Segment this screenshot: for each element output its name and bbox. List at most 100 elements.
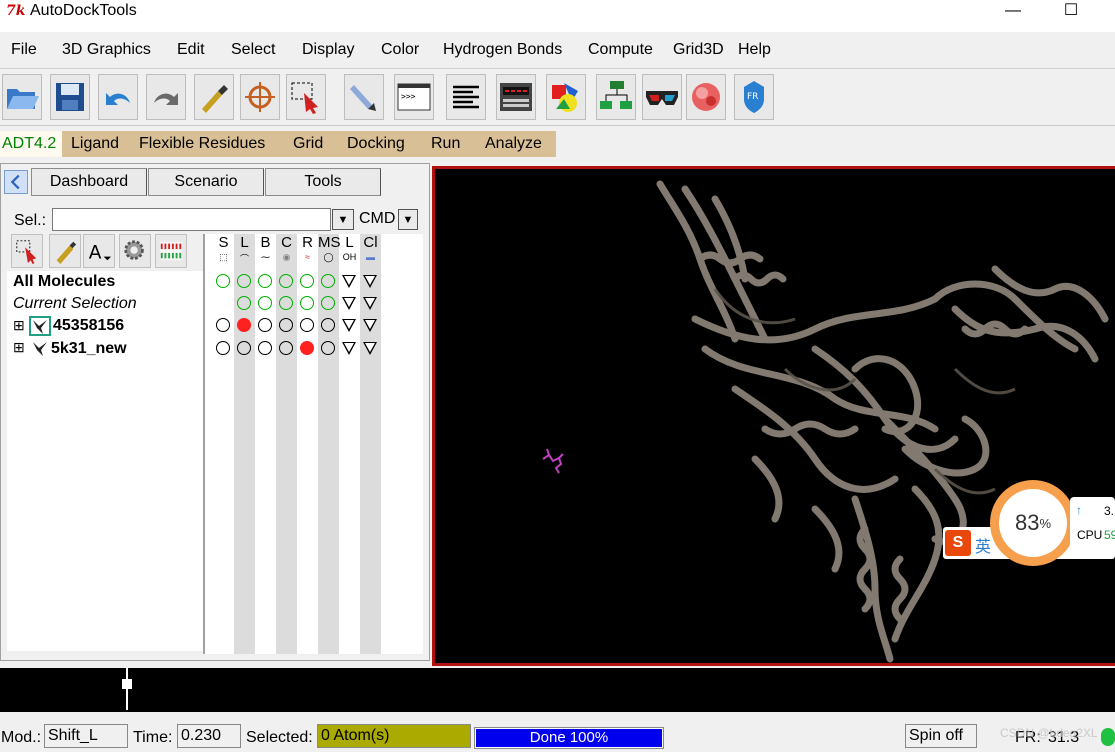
crosshair-center-icon[interactable]	[240, 74, 280, 120]
python-shell-icon[interactable]: >>>	[394, 74, 434, 120]
select-dashed-icon[interactable]	[286, 74, 326, 120]
toggle-circle[interactable]	[258, 341, 272, 355]
lcd-display-icon[interactable]	[496, 74, 536, 120]
menu-file[interactable]: File	[11, 41, 37, 59]
3d-viewer[interactable]	[432, 166, 1115, 666]
minimize-button[interactable]: —	[990, 0, 1036, 26]
dropdown-triangle[interactable]	[342, 342, 356, 355]
toggle-circle[interactable]	[216, 318, 230, 332]
save-icon[interactable]	[50, 74, 90, 120]
menu-color[interactable]: Color	[381, 41, 419, 59]
dropdown-triangle[interactable]	[363, 297, 377, 310]
toggle-circle[interactable]	[321, 341, 335, 355]
menu-select[interactable]: Select	[231, 41, 275, 59]
toggle-circle-on[interactable]	[300, 341, 314, 355]
toggle-circle[interactable]	[300, 296, 314, 310]
redo-arrow-icon[interactable]	[146, 74, 186, 120]
dropdown-triangle[interactable]	[363, 275, 377, 288]
dropdown-triangle[interactable]	[363, 319, 377, 332]
tab-adt-version[interactable]: ADT4.2	[0, 131, 62, 157]
tab-analyze[interactable]: Analyze	[485, 135, 542, 153]
dropdown-triangle[interactable]	[363, 342, 377, 355]
menu-compute[interactable]: Compute	[588, 41, 653, 59]
cpu-usage-ring[interactable]: 83%	[990, 480, 1076, 566]
pick-icon[interactable]	[194, 74, 234, 120]
menu-edit[interactable]: Edit	[177, 41, 205, 59]
expand-icon[interactable]: ⊞	[13, 339, 25, 356]
selection-input[interactable]	[52, 208, 331, 231]
collapse-arrow-icon[interactable]	[4, 170, 28, 194]
toggle-circle[interactable]	[216, 341, 230, 355]
tree-current-selection[interactable]: Current Selection	[13, 295, 137, 313]
tab-ligand[interactable]: Ligand	[71, 135, 119, 153]
animation-timeline[interactable]	[0, 666, 1115, 712]
menu-grid3d[interactable]: Grid3D	[673, 41, 724, 59]
toggle-circle[interactable]	[279, 341, 293, 355]
toggle-circle[interactable]	[300, 318, 314, 332]
tree-all-molecules[interactable]: All Molecules	[13, 273, 115, 291]
toggle-circle[interactable]	[321, 296, 335, 310]
toggle-circle[interactable]	[279, 296, 293, 310]
tab-dashboard[interactable]: Dashboard	[31, 168, 147, 196]
tab-flexible-residues[interactable]: Flexible Residues	[139, 135, 265, 153]
tab-docking[interactable]: Docking	[347, 135, 405, 153]
flowchart-icon[interactable]	[596, 74, 636, 120]
dropdown-triangle[interactable]	[342, 275, 356, 288]
column-header-ms[interactable]: MS	[318, 234, 341, 251]
toggle-circle[interactable]	[237, 296, 251, 310]
tree-molecule-ligand[interactable]: 45358156	[53, 317, 124, 335]
toggle-circle[interactable]	[237, 341, 251, 355]
tab-scenario[interactable]: Scenario	[148, 168, 264, 196]
menu-help[interactable]: Help	[738, 41, 771, 59]
cmd-dropdown-button[interactable]: ▼	[398, 209, 418, 230]
timeline-handle[interactable]	[122, 679, 132, 689]
shapes-icon[interactable]	[546, 74, 586, 120]
column-header-c[interactable]: C	[276, 234, 297, 251]
column-header-cl[interactable]: Cl	[360, 234, 381, 251]
panel-divider[interactable]	[203, 234, 205, 654]
molecule-surface-icon[interactable]	[686, 74, 726, 120]
dropdown-triangle[interactable]	[342, 297, 356, 310]
toggle-circle[interactable]	[279, 274, 293, 288]
toggle-circle[interactable]	[237, 274, 251, 288]
dropdown-triangle[interactable]	[342, 319, 356, 332]
menu-display[interactable]: Display	[302, 41, 354, 59]
open-folder-icon[interactable]	[2, 74, 42, 120]
toggle-circle[interactable]	[258, 296, 272, 310]
settings-gear-icon[interactable]	[119, 234, 151, 268]
tab-run[interactable]: Run	[431, 135, 460, 153]
tree-molecule-protein[interactable]: 5k31_new	[51, 340, 127, 358]
menu-hydrogen-bonds[interactable]: Hydrogen Bonds	[443, 41, 562, 59]
maximize-button[interactable]: ☐	[1048, 0, 1094, 26]
menu-3d-graphics[interactable]: 3D Graphics	[62, 41, 151, 59]
color-bars-icon[interactable]	[155, 234, 187, 268]
fr-logo-icon[interactable]: FR	[734, 74, 774, 120]
select-molecule-icon[interactable]	[11, 234, 43, 268]
toggle-circle[interactable]	[216, 274, 230, 288]
spin-toggle-button[interactable]: Spin off	[905, 724, 977, 748]
progress-bar: Done 100%	[474, 727, 664, 749]
label-tool-icon[interactable]: A	[83, 234, 115, 268]
toggle-circle[interactable]	[258, 318, 272, 332]
bond-pen-icon[interactable]	[344, 74, 384, 120]
pen-tool-icon[interactable]	[49, 234, 81, 268]
3d-glasses-icon[interactable]	[642, 74, 682, 120]
text-align-icon[interactable]	[446, 74, 486, 120]
toggle-circle[interactable]	[321, 274, 335, 288]
ime-mode-label[interactable]: 英	[975, 533, 991, 557]
toggle-circle[interactable]	[300, 274, 314, 288]
selection-dropdown-button[interactable]: ▼	[332, 209, 354, 230]
toggle-circle[interactable]	[321, 318, 335, 332]
tab-grid[interactable]: Grid	[293, 135, 323, 153]
column-header-s[interactable]: S	[213, 234, 234, 251]
column-header-r[interactable]: R	[297, 234, 318, 251]
toggle-circle[interactable]	[279, 318, 293, 332]
column-header-lb[interactable]: L	[339, 234, 360, 251]
toggle-circle-on[interactable]	[237, 318, 251, 332]
column-header-l[interactable]: L	[234, 234, 255, 251]
toggle-circle[interactable]	[258, 274, 272, 288]
tab-tools[interactable]: Tools	[265, 168, 381, 196]
undo-arrow-icon[interactable]	[98, 74, 138, 120]
expand-icon[interactable]: ⊞	[13, 317, 25, 334]
column-header-b[interactable]: B	[255, 234, 276, 251]
